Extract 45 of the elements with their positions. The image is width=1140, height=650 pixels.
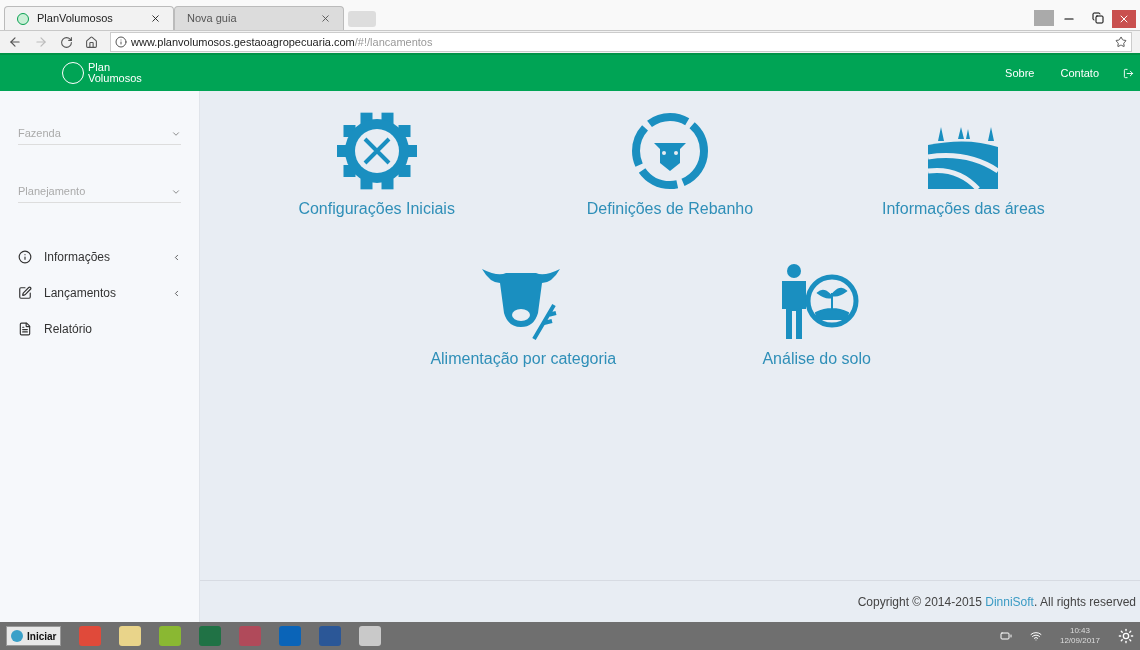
- logout-icon[interactable]: [1123, 67, 1134, 79]
- company-link[interactable]: DinniSoft: [985, 594, 1034, 609]
- clock-date: 12/09/2017: [1059, 636, 1100, 646]
- url-host: www.planvolumosos.gestaoagropecuaria.com: [131, 34, 355, 50]
- feature-tile[interactable]: Informações das áreas: [816, 111, 1110, 221]
- feature-tile[interactable]: Configurações Iniciais: [230, 111, 524, 221]
- signal-icon: [1029, 630, 1042, 642]
- sun-icon: [1118, 628, 1134, 644]
- close-icon[interactable]: [150, 13, 161, 24]
- home-icon[interactable]: [85, 35, 98, 49]
- start-button[interactable]: Iniciar: [6, 626, 62, 646]
- reload-icon[interactable]: [60, 35, 73, 49]
- close-button[interactable]: [1112, 10, 1136, 28]
- browser-tab[interactable]: Nova guia: [174, 6, 344, 30]
- logo-text: Plan: [88, 62, 112, 73]
- back-icon[interactable]: [8, 35, 22, 49]
- battery-icon: [999, 630, 1012, 642]
- restore-icon[interactable]: [1092, 12, 1104, 24]
- nav-link[interactable]: Sobre: [1005, 64, 1035, 82]
- info-icon: [18, 250, 32, 264]
- tab-title: PlanVolumosos: [37, 11, 114, 27]
- chevron-icon: [172, 288, 181, 298]
- nav-link[interactable]: Contato: [1060, 64, 1099, 82]
- select-field[interactable]: Planejamento: [18, 181, 181, 203]
- cattle-ring-icon: [630, 111, 710, 191]
- clock-time: 10:43: [1069, 626, 1090, 636]
- browser-tab[interactable]: PlanVolumosos: [4, 6, 174, 30]
- edit-icon: [18, 286, 32, 300]
- info-icon: [115, 36, 127, 48]
- tab-title: Nova guia: [187, 11, 238, 27]
- menu-item[interactable]: Informações: [18, 239, 181, 275]
- bookmark-icon[interactable]: [1115, 36, 1127, 48]
- feature-tile[interactable]: Definições de Rebanho: [523, 111, 817, 221]
- chevron-icon: [172, 252, 181, 262]
- menu-item[interactable]: Relatório: [18, 311, 181, 347]
- url-path: /#!/lancamentos: [354, 34, 433, 50]
- feature-tile[interactable]: Análise do solo: [670, 261, 964, 371]
- forward-icon[interactable]: [34, 35, 48, 49]
- close-icon: [1118, 13, 1130, 25]
- feature-tile[interactable]: Alimentação por categoria: [376, 261, 670, 371]
- address-bar[interactable]: www.planvolumosos.gestaoagropecuaria.com/#!/lancamentos: [110, 32, 1132, 52]
- logo-text: Volumosos: [88, 73, 142, 84]
- copyright-text: Copyright © 2014-2015 DinniSoft. All rights reserved: [857, 593, 1136, 611]
- menu-item[interactable]: Lançamentos: [18, 275, 181, 311]
- select-field[interactable]: Fazenda: [18, 123, 181, 145]
